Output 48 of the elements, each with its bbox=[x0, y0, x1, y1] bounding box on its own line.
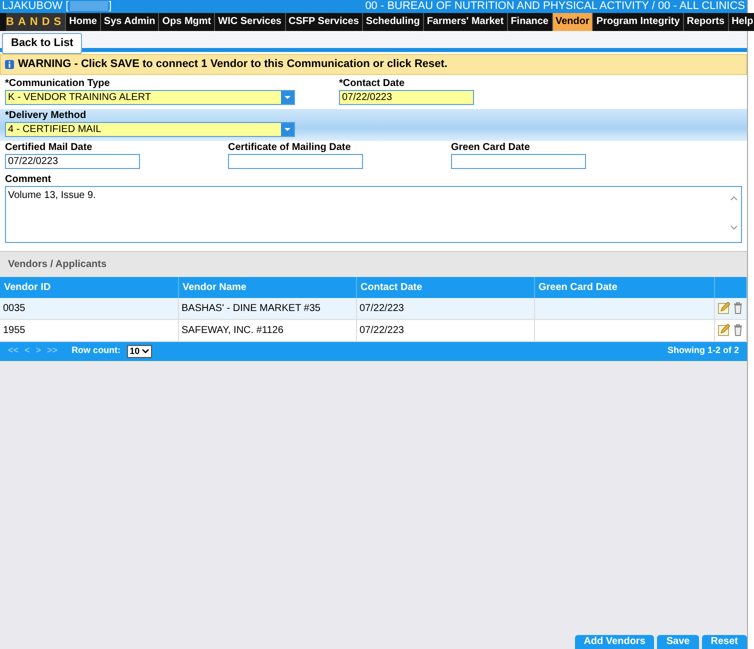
menu-tab[interactable]: Help bbox=[728, 13, 754, 31]
caret-icon bbox=[142, 348, 149, 354]
menu-tab[interactable]: Home bbox=[65, 13, 100, 31]
date-field[interactable]: 07/22/0223 bbox=[339, 90, 474, 104]
menu-tab[interactable]: Vendor bbox=[552, 13, 592, 31]
table-cell: 0035 bbox=[0, 298, 178, 319]
menu-tab[interactable]: Farmers' Market bbox=[422, 13, 507, 31]
dropdown-icon[interactable] bbox=[281, 90, 294, 104]
paging-summary: Showing 1-2 of 2 bbox=[667, 344, 739, 358]
edit-icon[interactable] bbox=[718, 324, 730, 336]
warning-message: WARNING - Click SAVE to connect 1 Vendor to this Communication or click Reset. bbox=[18, 57, 448, 72]
comment-field[interactable]: Volume 13, Issue 9. bbox=[5, 186, 742, 242]
field-label: Certified Mail Date bbox=[5, 142, 94, 154]
date-field[interactable] bbox=[451, 154, 586, 168]
table-cell: SAFEWAY, INC. #1126 bbox=[178, 319, 356, 341]
select-field[interactable]: K - VENDOR TRAINING ALERT bbox=[5, 90, 295, 104]
field-label: Green Card Date bbox=[451, 142, 531, 154]
table-cell: BASHAS' - DINE MARKET #35 bbox=[178, 298, 356, 319]
edit-icon[interactable] bbox=[718, 302, 730, 314]
field-label: Comment bbox=[5, 174, 52, 186]
field-label: *Communication Type bbox=[5, 78, 111, 90]
back-button[interactable]: Back to List bbox=[2, 33, 82, 54]
delete-icon[interactable] bbox=[733, 302, 743, 314]
user-name: LJAKUBOW [ bbox=[2, 0, 69, 13]
row-count-label: Row count: bbox=[72, 344, 121, 358]
bracket-text: ] bbox=[108, 0, 112, 13]
column-header: Green Card Date bbox=[534, 276, 714, 298]
date-field[interactable] bbox=[228, 154, 363, 168]
dropdown-icon[interactable] bbox=[281, 122, 294, 136]
column-header: Vendor Name bbox=[178, 276, 356, 298]
section-header: Vendors / Applicants bbox=[0, 250, 747, 276]
field-label: *Delivery Method bbox=[5, 110, 88, 122]
menu-tab[interactable]: Program Integrity bbox=[592, 13, 683, 31]
column-header: Contact Date bbox=[356, 276, 534, 298]
table-cell: 07/22/223 bbox=[356, 319, 534, 341]
table-cell: 07/22/223 bbox=[356, 298, 534, 319]
select-field[interactable]: 4 - CERTIFIED MAIL bbox=[5, 122, 295, 136]
field-label: *Contact Date bbox=[339, 78, 406, 90]
table-cell: 1955 bbox=[0, 319, 178, 341]
menu-tab[interactable]: Finance bbox=[506, 13, 552, 31]
delete-icon[interactable] bbox=[733, 324, 743, 336]
info-icon bbox=[5, 60, 14, 69]
row-count-select[interactable]: 10 bbox=[126, 344, 152, 358]
date-field[interactable]: 07/22/0223 bbox=[5, 154, 140, 168]
field-label: Certificate of Mailing Date bbox=[228, 142, 352, 154]
agency-title: 00 - BUREAU OF NUTRITION AND PHYSICAL ACTIVITY / 00 - ALL CLINICS bbox=[365, 0, 745, 13]
column-header: Vendor ID bbox=[0, 276, 178, 298]
app-logo: BANDS bbox=[6, 13, 66, 31]
